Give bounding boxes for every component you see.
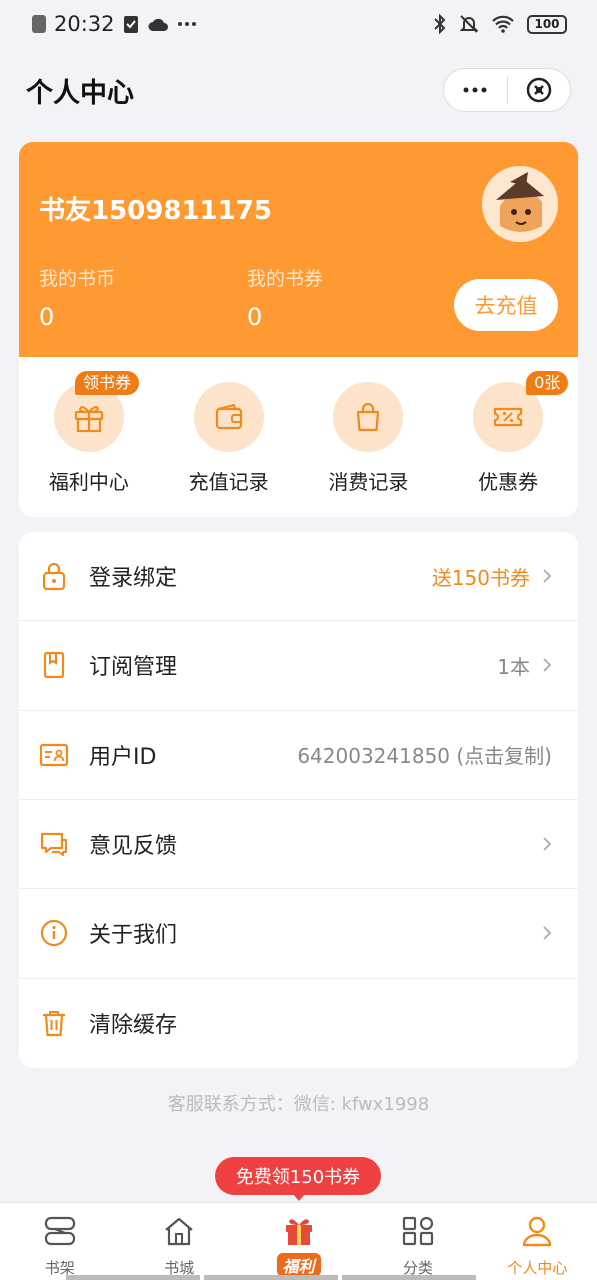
coins-value: 0 (39, 303, 55, 331)
status-time: 20:32 (54, 12, 115, 36)
menu-item-about-us[interactable]: 关于我们 (19, 889, 578, 979)
cloud-icon (148, 18, 168, 31)
menu-item-login-binding[interactable]: 登录绑定 送150书券 (19, 532, 578, 622)
recharge-button[interactable]: 去充值 (454, 279, 558, 331)
mute-bell-icon (459, 15, 479, 33)
bookmark-icon (39, 650, 69, 680)
tab-welfare[interactable]: 福利 (239, 1203, 358, 1280)
gift-icon (74, 406, 103, 433)
menu-item-label: 用户ID (89, 744, 157, 770)
shortcut-consumption-history[interactable]: 消费记录 (299, 357, 439, 517)
settings-menu: 登录绑定 送150书券 订阅管理 1本 用户ID 642003241850 (点… (19, 532, 578, 1068)
gift-icon (279, 1211, 319, 1251)
shopping-bag-icon (357, 402, 380, 432)
status-bar: 20:32 100 (0, 0, 597, 48)
chevron-right-icon (543, 837, 552, 851)
vouchers-label: 我的书券 (247, 268, 324, 290)
lock-icon (39, 561, 69, 591)
user-icon (517, 1211, 557, 1251)
tab-profile[interactable]: 个人中心 (478, 1203, 597, 1280)
more-dots-icon (177, 22, 196, 26)
shortcut-label: 福利中心 (48, 470, 129, 494)
tab-label: 福利 (276, 1253, 321, 1277)
shortcut-recharge-history[interactable]: 充值记录 (159, 357, 299, 517)
shortcut-badge: 0张 (526, 371, 569, 395)
home-icon (159, 1211, 199, 1251)
profile-card: 书友1509811175 我的书币 0 我的书券 0 去充值 (19, 142, 578, 357)
info-icon (39, 918, 69, 948)
shortcut-label: 优惠券 (478, 470, 539, 494)
menu-item-label: 清除缓存 (89, 1013, 178, 1039)
wallet-icon (215, 403, 242, 430)
shortcut-icon-circle (333, 382, 404, 452)
shortcut-badge: 领书券 (75, 371, 140, 395)
chevron-right-icon (543, 569, 552, 583)
chevron-right-icon (543, 658, 552, 673)
chevron-right-icon (543, 926, 552, 941)
coins-label: 我的书币 (39, 268, 116, 290)
menu-item-user-id[interactable]: 用户ID 642003241850 (点击复制) (19, 711, 578, 800)
more-button[interactable] (444, 69, 507, 111)
tab-bookshelf[interactable]: 书架 (0, 1203, 119, 1280)
tab-category[interactable]: 分类 (358, 1203, 477, 1280)
menu-item-value: 1本 (497, 654, 530, 679)
promo-pointer (292, 1193, 306, 1201)
chat-icon (39, 829, 69, 859)
shortcut-label: 消费记录 (328, 470, 409, 494)
menu-item-value: 送150书券 (431, 565, 530, 590)
menu-item-subscription[interactable]: 订阅管理 1本 (19, 621, 578, 711)
header: 个人中心 (0, 60, 597, 120)
username: 书友1509811175 (39, 196, 272, 226)
shortcut-coupons[interactable]: 优惠券 0张 (438, 357, 578, 517)
menu-item-feedback[interactable]: 意见反馈 (19, 800, 578, 890)
page-title: 个人中心 (26, 77, 134, 109)
trash-icon (39, 1008, 69, 1038)
avatar-mascot-icon (482, 166, 558, 242)
coins-stat[interactable]: 我的书币 0 (39, 264, 115, 331)
user-id-value[interactable]: 642003241850 (点击复制) (297, 740, 552, 769)
customer-service-contact: 客服联系方式：微信: kfwx1998 (167, 1094, 430, 1115)
more-dots-icon (463, 87, 487, 93)
menu-item-label: 意见反馈 (89, 834, 178, 860)
vouchers-stat[interactable]: 我的书券 0 (247, 264, 323, 331)
close-circle-icon (526, 77, 551, 103)
grid-icon (398, 1211, 438, 1251)
bottom-tab-bar: 书架 书城 福利 分类 个人中心 (0, 1202, 597, 1280)
shortcut-row: 福利中心 领书券 充值记录 消费记录 优惠券 0张 (19, 357, 578, 517)
shortcut-label: 充值记录 (188, 470, 269, 494)
coupon-icon (494, 407, 523, 427)
free-voucher-promo[interactable]: 免费领150书券 (215, 1157, 381, 1195)
shortcut-welfare-center[interactable]: 福利中心 领书券 (19, 357, 159, 517)
tab-bookstore[interactable]: 书城 (119, 1203, 238, 1280)
shortcut-icon-circle (193, 382, 264, 452)
battery-indicator: 100 (527, 14, 567, 34)
wifi-icon (492, 15, 514, 33)
gesture-bar (0, 1275, 597, 1280)
id-card-icon (39, 740, 69, 770)
menu-item-label: 关于我们 (89, 923, 178, 949)
avatar[interactable] (482, 166, 558, 242)
menu-item-label: 登录绑定 (89, 566, 178, 592)
bluetooth-icon (434, 14, 446, 34)
menu-item-label: 订阅管理 (89, 655, 178, 681)
notification-icon (32, 15, 46, 33)
bookshelf-icon (40, 1211, 80, 1251)
close-button[interactable] (508, 69, 571, 111)
menu-item-clear-cache[interactable]: 清除缓存 (19, 979, 578, 1068)
mini-program-capsule (443, 68, 571, 112)
vouchers-value: 0 (247, 303, 263, 331)
clipboard-icon (123, 16, 138, 33)
